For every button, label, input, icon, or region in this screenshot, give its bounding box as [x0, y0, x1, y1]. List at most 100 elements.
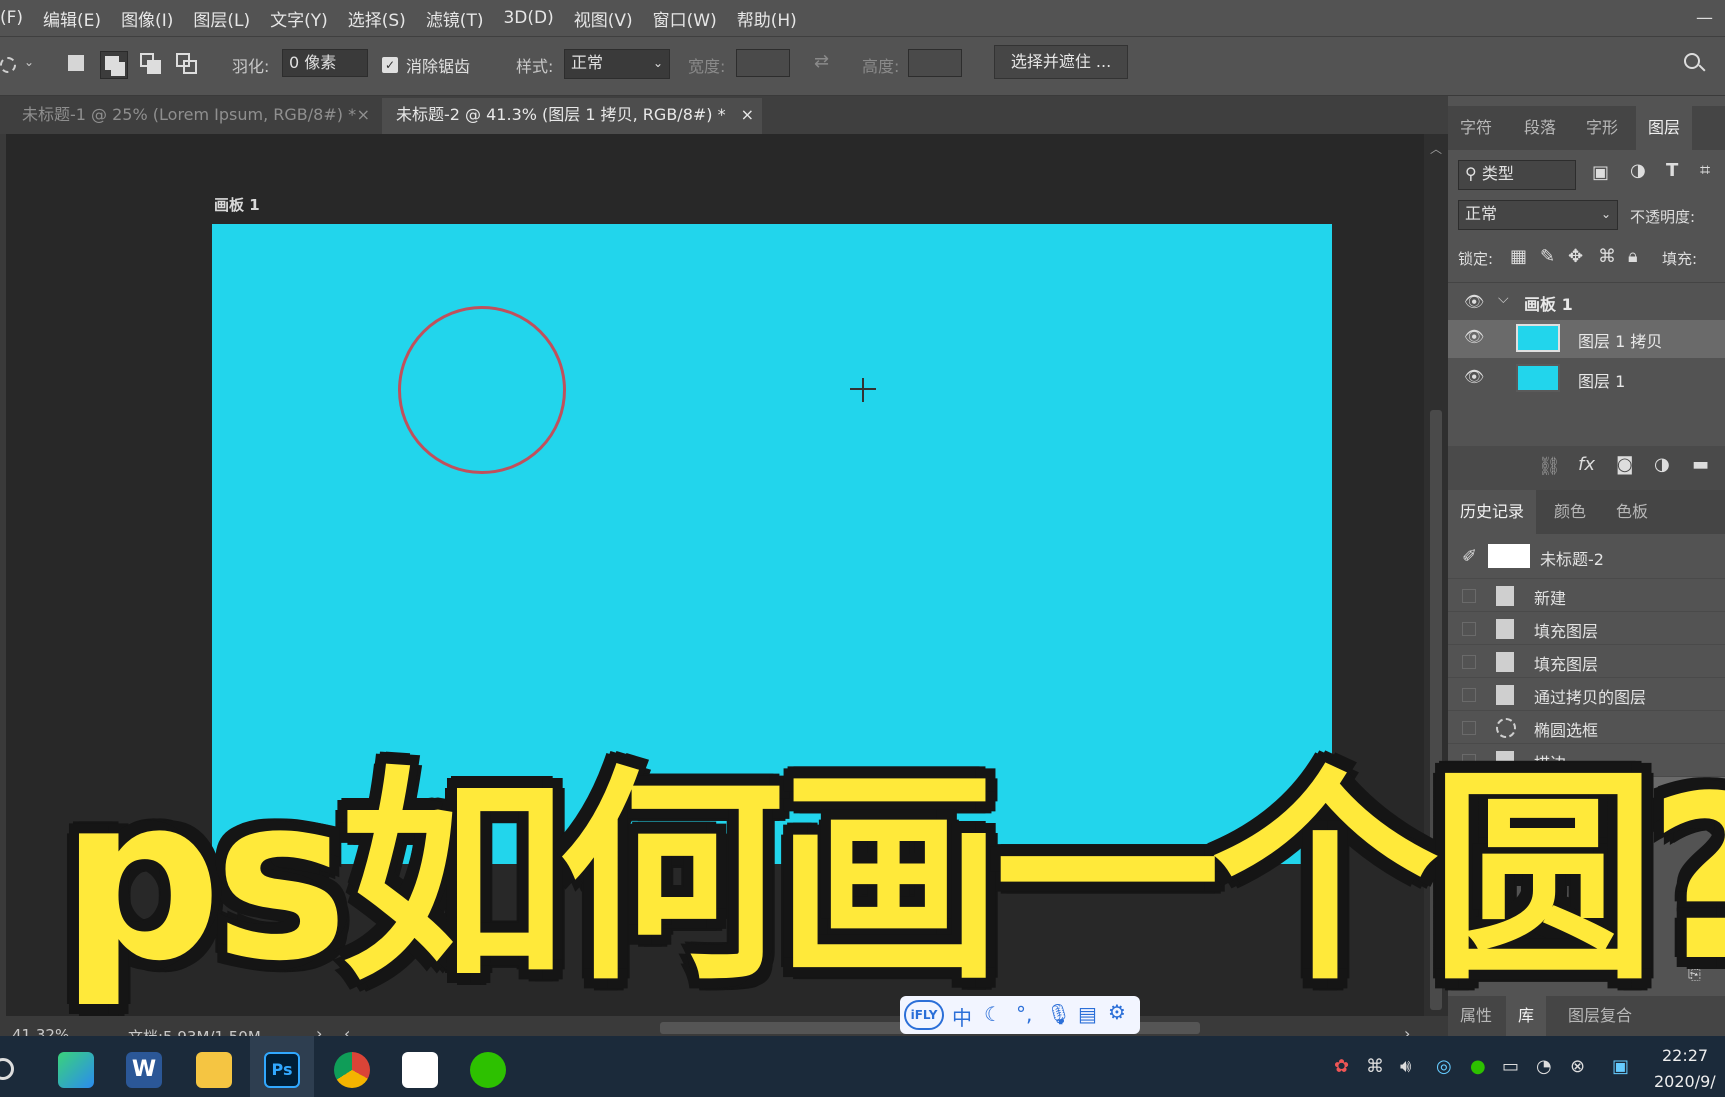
- history-item[interactable]: 通过拷贝的图层: [1448, 677, 1725, 710]
- search-icon[interactable]: [1684, 53, 1700, 69]
- antialias-checkbox[interactable]: ✓: [382, 57, 398, 73]
- tab-color[interactable]: 颜色: [1542, 490, 1598, 534]
- tray-ime-icon[interactable]: ⌘: [1366, 1056, 1384, 1077]
- history-label: 通过拷贝的图层: [1534, 688, 1647, 707]
- tray-ifly-icon[interactable]: ▣: [1612, 1056, 1629, 1077]
- lock-transparency-icon[interactable]: ▦: [1510, 246, 1527, 267]
- volume-icon[interactable]: 🔊︎: [1400, 1056, 1411, 1077]
- close-icon[interactable]: ×: [357, 98, 370, 132]
- menu-layer[interactable]: 图层(L): [183, 6, 260, 31]
- clock-time[interactable]: 22:27: [1662, 1046, 1708, 1065]
- menu-view[interactable]: 视图(V): [564, 6, 643, 31]
- height-label: 高度:: [862, 57, 900, 76]
- minimize-button[interactable]: —: [1696, 8, 1713, 28]
- fx-icon[interactable]: fx: [1578, 454, 1595, 475]
- menu-file[interactable]: (F): [0, 8, 33, 28]
- menu-3d[interactable]: 3D(D): [493, 8, 563, 28]
- lock-all-icon[interactable]: 🔒︎: [1628, 246, 1638, 267]
- history-item[interactable]: 椭圆选框: [1448, 710, 1725, 743]
- menu-image[interactable]: 图像(I): [111, 6, 183, 31]
- tab-character[interactable]: 字符: [1448, 106, 1504, 150]
- close-icon[interactable]: ×: [741, 98, 754, 132]
- adjustment-icon[interactable]: ◑: [1654, 454, 1670, 475]
- chevron-down-icon[interactable]: ⌵: [1498, 291, 1509, 307]
- tab-label: 未标题-2 @ 41.3% (图层 1 拷贝, RGB/8#) *: [396, 105, 726, 124]
- file-explorer-icon[interactable]: [196, 1052, 232, 1088]
- clock-date[interactable]: 2020/9/: [1654, 1072, 1716, 1091]
- history-item[interactable]: 填充图层: [1448, 644, 1725, 677]
- history-item[interactable]: 新建: [1448, 578, 1725, 611]
- tab-paragraph[interactable]: 段落: [1512, 106, 1568, 150]
- feather-input[interactable]: 0 像素: [282, 49, 368, 77]
- folder-icon[interactable]: ▬: [1692, 454, 1709, 475]
- layer-filter-select[interactable]: ⚲ 类型: [1458, 160, 1576, 190]
- wechat-icon[interactable]: [470, 1052, 506, 1088]
- word-icon[interactable]: W: [126, 1052, 162, 1088]
- intersect-selection-icon[interactable]: [176, 53, 198, 75]
- lock-brush-icon[interactable]: ✎: [1540, 246, 1555, 267]
- width-input[interactable]: [736, 49, 790, 77]
- filter-adjustment-icon[interactable]: ◑: [1630, 160, 1646, 181]
- lock-artboard-icon[interactable]: ⌘: [1598, 246, 1616, 267]
- menu-edit[interactable]: 编辑(E): [33, 6, 111, 31]
- blend-mode-select[interactable]: 正常 ⌄: [1458, 200, 1618, 230]
- tray-close-icon[interactable]: ⊗: [1570, 1056, 1585, 1077]
- tab-history[interactable]: 历史记录: [1448, 490, 1537, 534]
- new-selection-icon[interactable]: [68, 55, 84, 71]
- layer-row[interactable]: 👁︎ 图层 1: [1448, 360, 1725, 398]
- style-value: 正常: [571, 53, 604, 72]
- swap-icon[interactable]: ⇄: [814, 51, 829, 72]
- layer-group-row[interactable]: 👁︎ ⌵ 画板 1: [1448, 282, 1725, 320]
- filter-pixel-icon[interactable]: ▣: [1592, 162, 1609, 183]
- menu-select[interactable]: 选择(S): [338, 6, 416, 31]
- eye-icon[interactable]: 👁︎: [1464, 369, 1486, 385]
- tray-wechat-icon[interactable]: ●: [1470, 1056, 1486, 1077]
- add-selection-icon[interactable]: [100, 51, 128, 79]
- eye-icon[interactable]: 👁︎: [1464, 294, 1486, 310]
- media-player-icon[interactable]: [58, 1052, 94, 1088]
- mask-icon[interactable]: ◙: [1616, 454, 1633, 475]
- history-label: 填充图层: [1534, 655, 1599, 674]
- layer-row-copy[interactable]: 👁︎ 图层 1 拷贝: [1448, 320, 1725, 358]
- history-brush-icon[interactable]: ✐: [1462, 546, 1477, 567]
- battery-icon[interactable]: ▭: [1502, 1056, 1519, 1077]
- menu-filter[interactable]: 滤镜(T): [416, 6, 494, 31]
- menu-type[interactable]: 文字(Y): [260, 6, 338, 31]
- photoshop-icon[interactable]: Ps: [264, 1052, 300, 1088]
- tab-layers[interactable]: 图层: [1636, 106, 1693, 150]
- chevron-down-icon[interactable]: ⌄: [24, 55, 34, 69]
- style-select[interactable]: 正常 ⌄: [564, 49, 670, 79]
- filter-shape-icon[interactable]: ⌗: [1700, 160, 1710, 181]
- scroll-up-icon[interactable]: ︿: [1430, 140, 1442, 157]
- wifi-icon[interactable]: ◔: [1536, 1056, 1552, 1077]
- history-snapshot[interactable]: ✐ 未标题-2: [1448, 534, 1725, 578]
- tray-flower-icon[interactable]: ✿: [1334, 1056, 1349, 1077]
- tab-untitled-2[interactable]: 未标题-2 @ 41.3% (图层 1 拷贝, RGB/8#) * ×: [382, 98, 762, 134]
- document-icon: [1496, 586, 1514, 606]
- app-icon[interactable]: [402, 1052, 438, 1088]
- snapshot-name: 未标题-2: [1540, 550, 1604, 569]
- tab-untitled-1[interactable]: 未标题-1 @ 25% (Lorem Ipsum, RGB/8#) * ×: [8, 98, 378, 134]
- snapshot-thumbnail: [1488, 544, 1530, 568]
- eye-icon[interactable]: 👁︎: [1464, 329, 1486, 345]
- top-panel-tabs: 字符 段落 字形 图层: [1448, 106, 1725, 150]
- lock-move-icon[interactable]: ✥: [1568, 246, 1583, 267]
- tray-app-icon[interactable]: ◎: [1436, 1056, 1452, 1077]
- artboard-label[interactable]: 画板 1: [214, 194, 260, 215]
- layer-filter-label: 类型: [1481, 164, 1514, 183]
- chrome-icon[interactable]: [334, 1052, 370, 1088]
- tab-swatches[interactable]: 色板: [1604, 490, 1660, 534]
- select-and-mask-button[interactable]: 选择并遮住 ...: [994, 45, 1128, 79]
- history-item[interactable]: 填充图层: [1448, 611, 1725, 644]
- subtract-selection-icon[interactable]: [140, 53, 162, 75]
- search-icon: ⚲: [1465, 164, 1477, 183]
- tab-glyphs[interactable]: 字形: [1574, 106, 1630, 150]
- height-input[interactable]: [908, 49, 962, 77]
- menu-help[interactable]: 帮助(H): [727, 6, 807, 31]
- chevron-down-icon: ⌄: [1600, 207, 1611, 221]
- filter-type-icon[interactable]: T: [1666, 160, 1678, 181]
- document-tab-bar: 未标题-1 @ 25% (Lorem Ipsum, RGB/8#) * × 未标…: [0, 96, 1448, 134]
- menu-window[interactable]: 窗口(W): [643, 6, 727, 31]
- link-icon[interactable]: ⛓︎: [1538, 456, 1561, 477]
- marquee-tool-icon[interactable]: [0, 57, 16, 73]
